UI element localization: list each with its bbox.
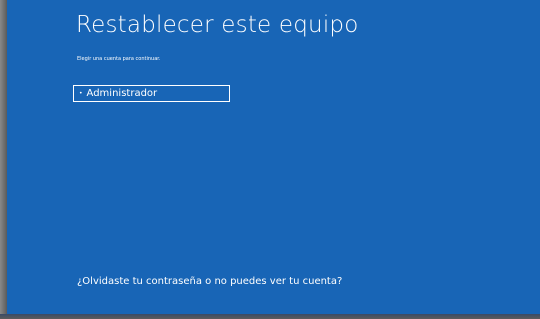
monitor-left-edge bbox=[0, 0, 7, 319]
monitor-bottom-edge bbox=[0, 314, 540, 319]
page-title: Restablecer este equipo bbox=[76, 12, 359, 38]
page-subtitle: Elegir una cuenta para continuar. bbox=[77, 56, 161, 62]
account-button-administrador[interactable]: • Administrador bbox=[73, 85, 230, 102]
account-label: Administrador bbox=[86, 87, 158, 99]
bullet-icon: • bbox=[79, 89, 83, 97]
recovery-screen: Restablecer este equipo Elegir una cuent… bbox=[7, 0, 540, 314]
forgot-password-link[interactable]: ¿Olvidaste tu contraseña o no puedes ver… bbox=[77, 276, 342, 287]
